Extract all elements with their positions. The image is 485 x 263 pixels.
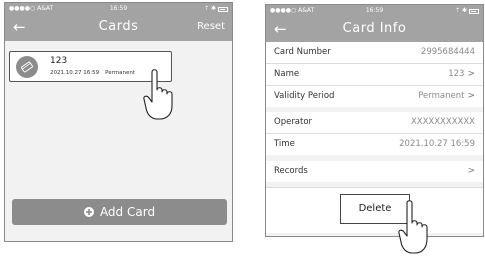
info-group-operator: Operator XXXXXXXXXXX Time 2021.10.27 16:… (266, 112, 483, 155)
card-meta: 2021.10.27 16:59 Permanent (50, 70, 135, 76)
card-validity: Permanent (105, 70, 136, 76)
reset-button[interactable]: Reset (197, 18, 225, 36)
row-value: 123 (448, 69, 465, 79)
row-value: 2021.10.27 16:59 (399, 139, 475, 149)
info-group-records: Records > (266, 161, 483, 182)
status-bar: ●●●●○ A&AT 16:59 ⇡ ✱ (5, 4, 232, 14)
records-row[interactable]: Records > (266, 161, 483, 182)
battery-icon (218, 6, 228, 12)
status-symbols: ⇡ ✱ (204, 5, 216, 12)
row-value: 2995684444 (420, 47, 475, 57)
row-label: Operator (274, 117, 313, 127)
card-timestamp: 2021.10.27 16:59 (50, 70, 100, 76)
battery-icon (469, 8, 479, 14)
header-bar: ●●●●○ A&AT 16:59 ⇡ ✱ ← Cards Reset (5, 3, 232, 41)
row-label: Name (274, 69, 300, 79)
status-icons: ⇡ ✱ (455, 6, 479, 16)
row-label: Records (274, 166, 308, 176)
row-label: Card Number (274, 47, 331, 57)
chevron-right-icon: > (467, 69, 475, 79)
pointing-hand-icon (143, 69, 173, 120)
pointing-hand-icon (398, 200, 428, 254)
operator-row: Operator XXXXXXXXXXX (266, 112, 483, 134)
status-bar: ●●●●○ A&AT 16:59 ⇡ ✱ (266, 6, 483, 16)
status-symbols: ⇡ ✱ (455, 7, 467, 14)
status-time: 16:59 (365, 7, 384, 14)
chevron-right-icon: > (467, 91, 475, 101)
row-value: Permanent (418, 91, 465, 101)
plus-circle-icon (83, 207, 94, 217)
nav-bar: ← Card Info (266, 17, 483, 41)
info-group-card: Card Number 2995684444 Name 123 > Validit… (266, 42, 483, 107)
name-row[interactable]: Name 123 > (266, 64, 483, 86)
status-icons: ⇡ ✱ (204, 4, 228, 14)
validity-period-row[interactable]: Validity Period Permanent > (266, 86, 483, 107)
row-label: Validity Period (274, 91, 335, 101)
cards-screen: ●●●●○ A&AT 16:59 ⇡ ✱ ← Cards Reset 123 2… (4, 2, 233, 242)
row-label: Time (274, 139, 295, 149)
chevron-right-icon: > (467, 166, 475, 176)
card-number-row: Card Number 2995684444 (266, 42, 483, 64)
header-bar: ●●●●○ A&AT 16:59 ⇡ ✱ ← Card Info (266, 5, 483, 42)
card-name: 123 (50, 56, 68, 66)
card-icon (16, 56, 38, 78)
page-title: Card Info (342, 21, 407, 36)
card-info-screen: ●●●●○ A&AT 16:59 ⇡ ✱ ← Card Info Card Nu… (265, 4, 484, 237)
time-row: Time 2021.10.27 16:59 (266, 134, 483, 155)
add-card-button[interactable]: Add Card (12, 199, 227, 225)
status-time: 16:59 (109, 5, 128, 12)
add-card-label: Add Card (99, 205, 156, 219)
nav-bar: ← Cards Reset (5, 15, 232, 39)
row-value: XXXXXXXXXXX (410, 117, 475, 127)
